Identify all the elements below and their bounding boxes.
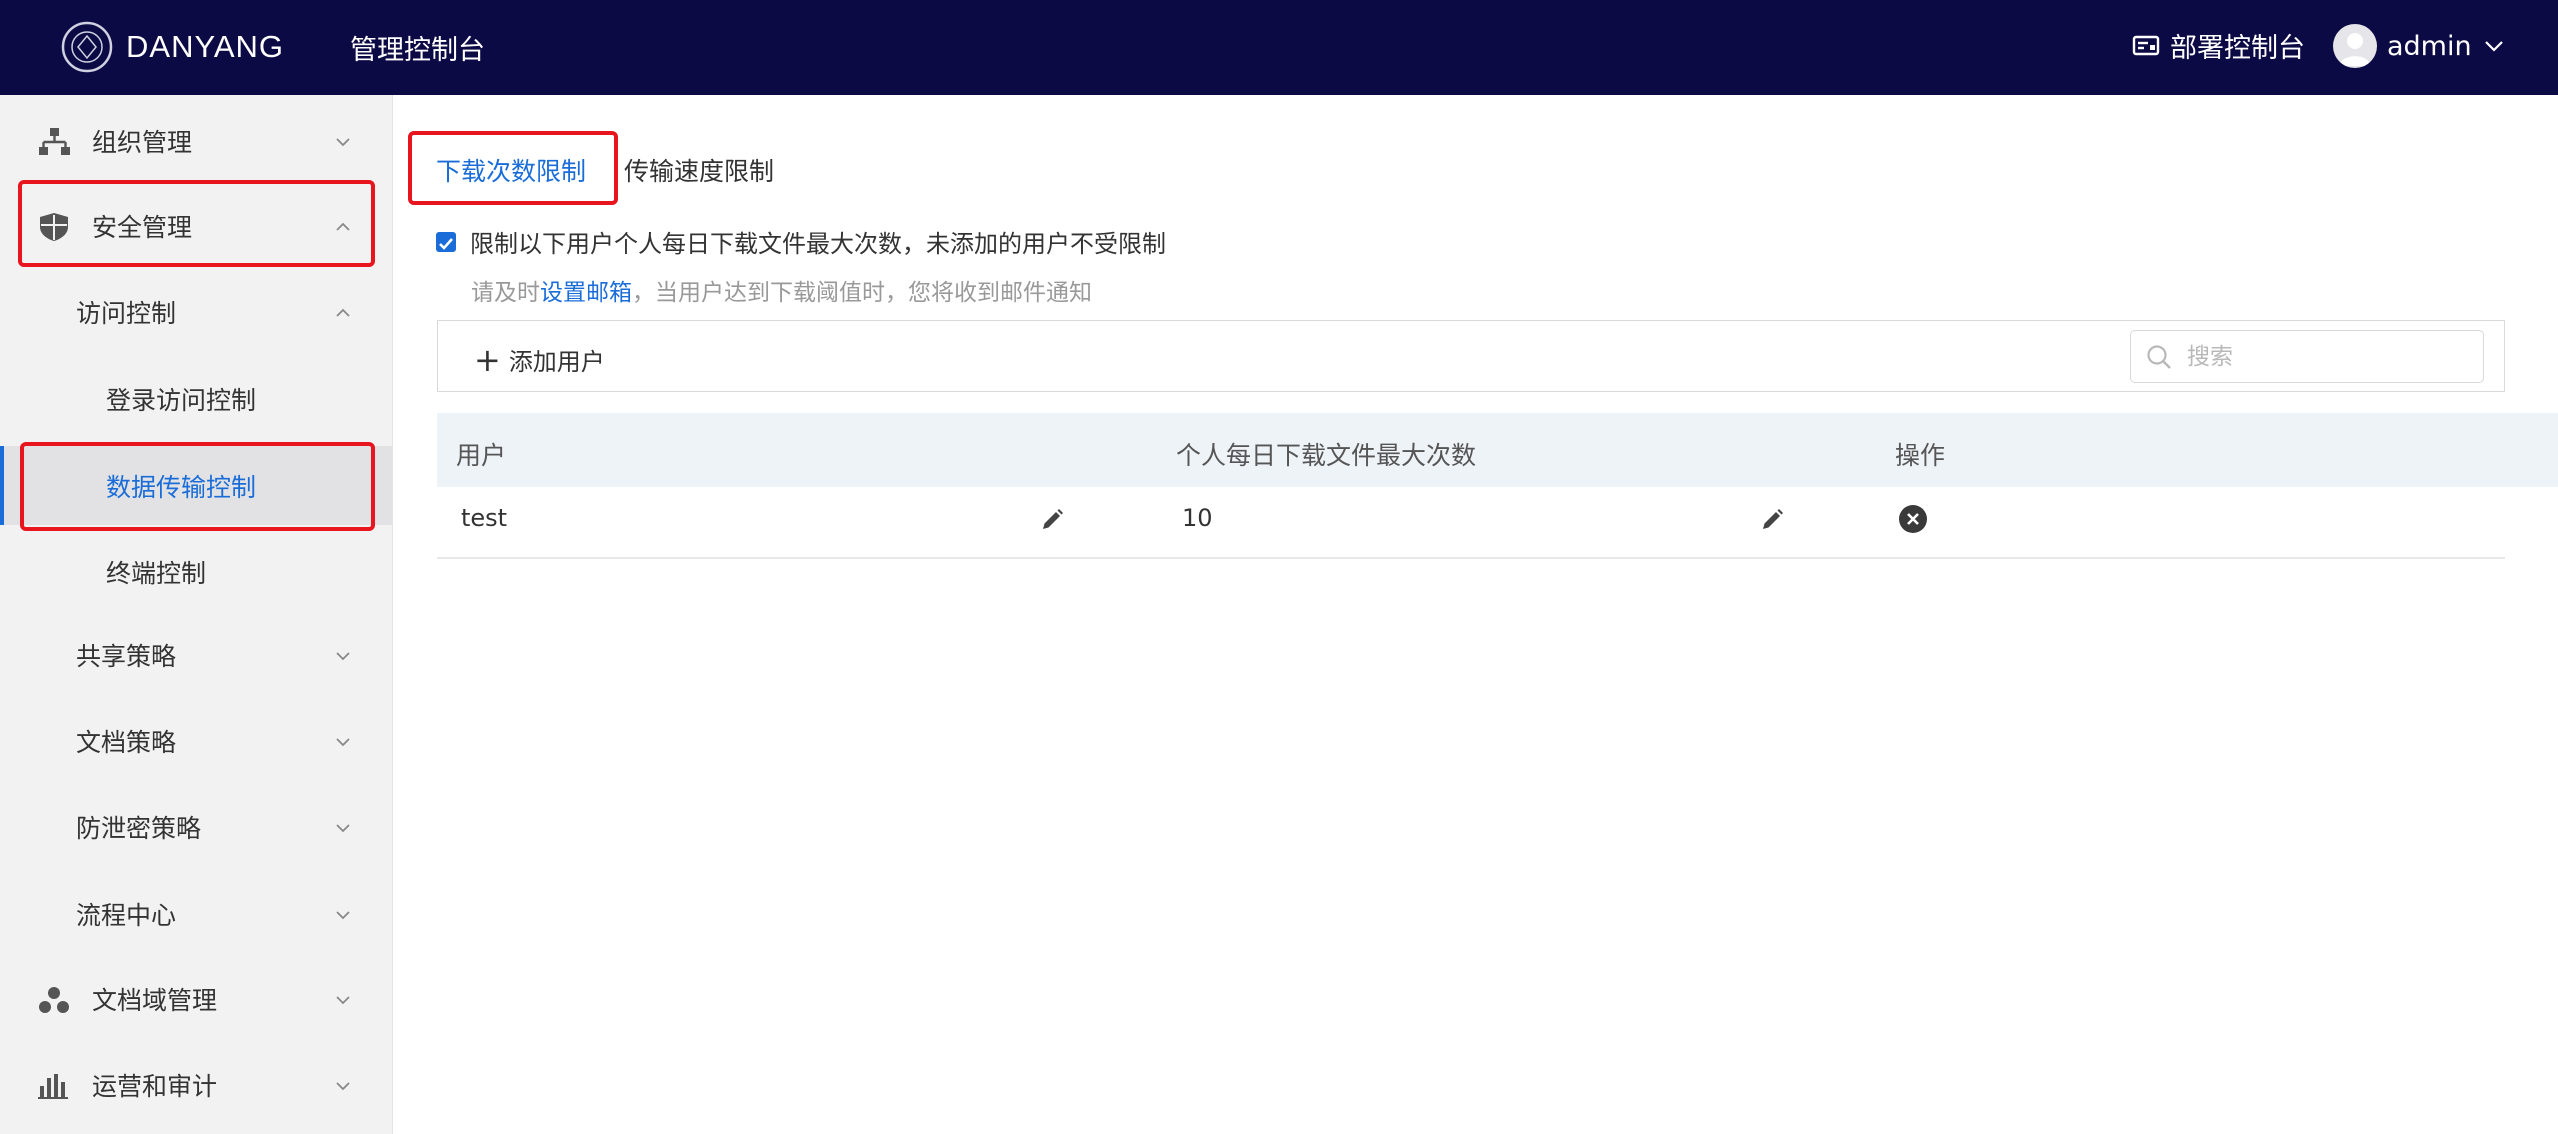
search-icon xyxy=(2147,344,2171,369)
sidebar-item-label: 运营和审计 xyxy=(92,1072,218,1101)
sidebar-item-terminal-control[interactable]: 终端控制 xyxy=(0,542,392,602)
hint-prefix: 请及时 xyxy=(471,280,540,306)
brand-name: DANYANG xyxy=(126,29,285,64)
chevron-down-icon xyxy=(2484,41,2503,52)
sidebar-item-label: 共享策略 xyxy=(76,642,177,671)
sidebar-item-label: 防泄密策略 xyxy=(76,814,202,843)
search-box[interactable] xyxy=(2130,330,2484,383)
limit-option: 限制以下用户个人每日下载文件最大次数，未添加的用户不受限制 xyxy=(436,224,1166,259)
limit-checkbox[interactable] xyxy=(436,231,456,252)
tab-download-limit[interactable]: 下载次数限制 xyxy=(436,152,586,188)
table-header: 用户 个人每日下载文件最大次数 操作 xyxy=(437,413,2558,487)
brand-logo-icon xyxy=(61,21,113,73)
sidebar-item-label: 安全管理 xyxy=(92,213,193,242)
plus-icon: + xyxy=(474,340,501,379)
sidebar-item-document-policy[interactable]: 文档策略 xyxy=(0,711,392,771)
sidebar-item-sharing-policy[interactable]: 共享策略 xyxy=(0,625,392,685)
username: admin xyxy=(2387,30,2472,62)
delete-circle-icon[interactable] xyxy=(1898,504,1928,534)
sidebar-item-label: 数据传输控制 xyxy=(106,472,257,502)
edit-pencil-icon[interactable] xyxy=(1759,507,1785,533)
sidebar-item-login-access-control[interactable]: 登录访问控制 xyxy=(0,369,392,429)
sidebar-item-label: 组织管理 xyxy=(92,128,193,157)
cell-max-downloads: 10 xyxy=(1182,504,1213,532)
chevron-down-icon xyxy=(336,738,350,747)
column-header-actions: 操作 xyxy=(1895,441,1946,470)
limit-label: 限制以下用户个人每日下载文件最大次数，未添加的用户不受限制 xyxy=(470,230,1166,258)
user-menu[interactable]: admin xyxy=(2333,24,2504,68)
console-icon xyxy=(2132,35,2160,55)
chevron-up-icon xyxy=(336,222,350,231)
deploy-console-label: 部署控制台 xyxy=(2170,33,2305,64)
chevron-up-icon xyxy=(336,308,350,317)
sidebar-item-access-control[interactable]: 访问控制 xyxy=(0,282,392,342)
brand[interactable]: DANYANG xyxy=(60,19,284,75)
sidebar-item-workflow-center[interactable]: 流程中心 xyxy=(0,884,392,944)
sidebar: 组织管理 安全管理 访问控制 登录访问控制 数据传输控制 终端控制 共享策略 文… xyxy=(0,95,393,1134)
chevron-down-icon xyxy=(336,996,350,1005)
hint-suffix: ，当用户达到下载阈值时，您将收到邮件通知 xyxy=(632,280,1092,306)
check-icon xyxy=(439,237,453,250)
sidebar-item-document-domain[interactable]: 文档域管理 xyxy=(0,969,392,1029)
domain-nodes-icon xyxy=(39,987,69,1013)
sidebar-item-security-management[interactable]: 安全管理 xyxy=(0,196,392,256)
sidebar-item-label: 终端控制 xyxy=(106,559,207,588)
tab-transfer-speed-limit[interactable]: 传输速度限制 xyxy=(624,152,774,188)
column-header-user: 用户 xyxy=(456,441,507,470)
chevron-down-icon xyxy=(336,824,350,833)
org-tree-icon xyxy=(39,128,70,155)
table-toolbar: + 添加用户 xyxy=(437,320,2505,392)
shield-icon xyxy=(40,213,68,241)
sidebar-item-data-transfer-control[interactable]: 数据传输控制 xyxy=(0,446,392,525)
sidebar-item-label: 访问控制 xyxy=(76,299,177,328)
sidebar-item-org-management[interactable]: 组织管理 xyxy=(0,111,392,171)
sidebar-item-label: 文档策略 xyxy=(76,728,177,757)
avatar xyxy=(2333,24,2377,68)
deploy-console-link[interactable]: 部署控制台 xyxy=(2132,26,2305,65)
cell-user: test xyxy=(461,504,508,532)
table-row: test 10 xyxy=(437,487,2505,559)
add-user-label: 添加用户 xyxy=(508,348,605,376)
set-email-link[interactable]: 设置邮箱 xyxy=(540,280,632,306)
search-input[interactable] xyxy=(2185,342,2449,371)
bar-chart-icon xyxy=(38,1074,68,1099)
top-header: DANYANG 管理控制台 部署控制台 admin xyxy=(0,0,2558,95)
sidebar-item-label: 流程中心 xyxy=(76,901,177,930)
sidebar-item-label: 文档域管理 xyxy=(92,986,218,1015)
sidebar-item-leak-prevention-policy[interactable]: 防泄密策略 xyxy=(0,797,392,857)
sidebar-item-operations-audit[interactable]: 运营和审计 xyxy=(0,1055,392,1115)
column-header-max-downloads: 个人每日下载文件最大次数 xyxy=(1176,441,1477,470)
selected-indicator xyxy=(0,446,4,525)
console-title[interactable]: 管理控制台 xyxy=(350,28,485,67)
sidebar-item-label: 登录访问控制 xyxy=(106,386,257,415)
add-user-button[interactable]: + 添加用户 xyxy=(474,342,605,377)
edit-pencil-icon[interactable] xyxy=(1039,507,1065,533)
chevron-down-icon xyxy=(336,138,350,147)
chevron-down-icon xyxy=(336,911,350,920)
user-avatar-icon xyxy=(2339,33,2371,66)
email-hint: 请及时设置邮箱，当用户达到下载阈值时，您将收到邮件通知 xyxy=(471,273,1092,307)
chevron-down-icon xyxy=(336,652,350,661)
chevron-down-icon xyxy=(336,1082,350,1091)
